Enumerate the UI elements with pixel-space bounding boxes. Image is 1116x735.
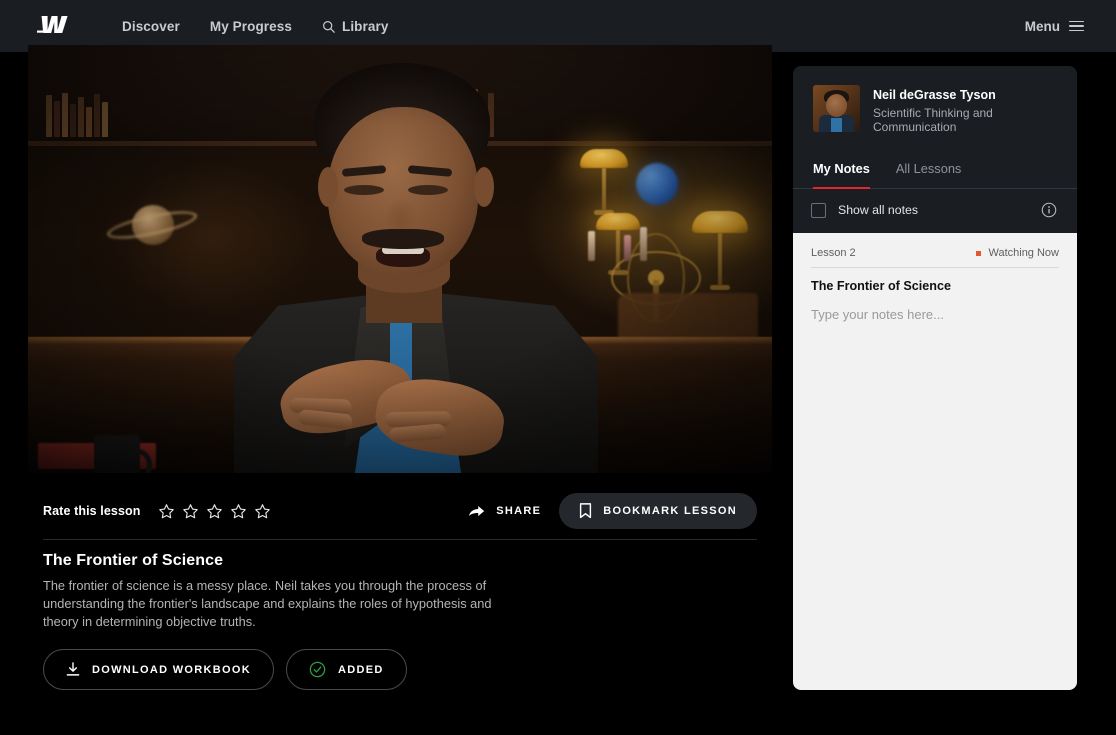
mug-prop [94,435,152,473]
show-all-notes-checkbox[interactable] [811,202,826,218]
rate-label: Rate this lesson [43,504,141,518]
nav-link-my-progress[interactable]: My Progress [210,19,292,34]
instructor-avatar [813,85,860,132]
star-icon-4[interactable] [230,503,247,520]
note-lesson-number: Lesson 2 [811,247,856,259]
lesson-title: The Frontier of Science [43,552,224,569]
instructor-meta: Neil deGrasse Tyson Scientific Thinking … [873,85,1057,134]
bookmark-lesson-button[interactable]: BOOKMARK LESSON [559,493,757,529]
lesson-action-row: Rate this lesson SHARE BOOKMARK LESSON [43,493,757,529]
watching-now-label: Watching Now [988,247,1059,259]
notes-panel: Neil deGrasse Tyson Scientific Thinking … [793,66,1077,690]
nav-link-library[interactable]: Library [322,19,388,34]
star-icon-1[interactable] [158,503,175,520]
primary-nav-links: Discover My Progress Library [122,19,388,34]
nav-link-discover[interactable]: Discover [122,19,180,34]
share-button-label: SHARE [496,505,542,517]
menu-button-label: Menu [1024,18,1060,34]
lesson-player-page: Discover My Progress Library Menu Rate t… [0,0,1116,735]
bookmark-lesson-label: BOOKMARK LESSON [603,505,737,517]
hamburger-icon [1069,20,1084,32]
notes-input[interactable] [811,307,1059,322]
show-all-notes-label: Show all notes [838,203,918,217]
search-icon [323,20,335,33]
star-icon-5[interactable] [254,503,271,520]
added-label: ADDED [337,663,384,676]
tab-all-lessons[interactable]: All Lessons [896,161,961,189]
share-button[interactable]: SHARE [464,498,545,525]
share-icon [469,505,485,516]
notes-tabs: My Notes All Lessons [793,160,1077,189]
instructor-header: Neil deGrasse Tyson Scientific Thinking … [793,66,1077,134]
added-button[interactable]: ADDED [285,649,407,690]
video-frame [28,45,772,473]
check-circle-icon [309,661,326,678]
star-icon-3[interactable] [206,503,223,520]
download-workbook-button[interactable]: DOWNLOAD WORKBOOK [43,649,274,690]
instructor-name: Neil deGrasse Tyson [873,88,996,102]
bookmark-icon [580,503,592,519]
lesson-resource-actions: DOWNLOAD WORKBOOK ADDED [43,649,407,690]
info-icon[interactable] [1041,202,1057,218]
lesson-description: The frontier of science is a messy place… [43,578,492,629]
share-bookmark-group: SHARE BOOKMARK LESSON [464,493,757,529]
menu-button[interactable]: Menu [1025,0,1084,52]
nav-link-library-label: Library [341,18,389,34]
globe-prop [636,163,678,205]
masterclass-logo[interactable] [36,13,70,39]
section-divider [43,539,757,540]
video-subject [226,63,606,473]
show-all-notes-row: Show all notes [793,189,1077,233]
status-dot-icon [976,250,982,256]
watching-now-status: Watching Now [976,247,1059,259]
saturn-model [104,195,200,251]
tab-my-notes[interactable]: My Notes [813,161,870,189]
star-icon-2[interactable] [182,503,199,520]
video-player[interactable] [28,45,772,473]
note-lesson-title: The Frontier of Science [811,279,951,293]
star-rating[interactable] [158,503,271,520]
download-icon [66,662,80,676]
note-meta-row: Lesson 2 Watching Now [811,247,1059,268]
instructor-course: Scientific Thinking and Communication [873,106,993,134]
download-workbook-label: DOWNLOAD WORKBOOK [92,663,251,676]
notes-editor-area: Lesson 2 Watching Now The Frontier of Sc… [793,233,1077,690]
